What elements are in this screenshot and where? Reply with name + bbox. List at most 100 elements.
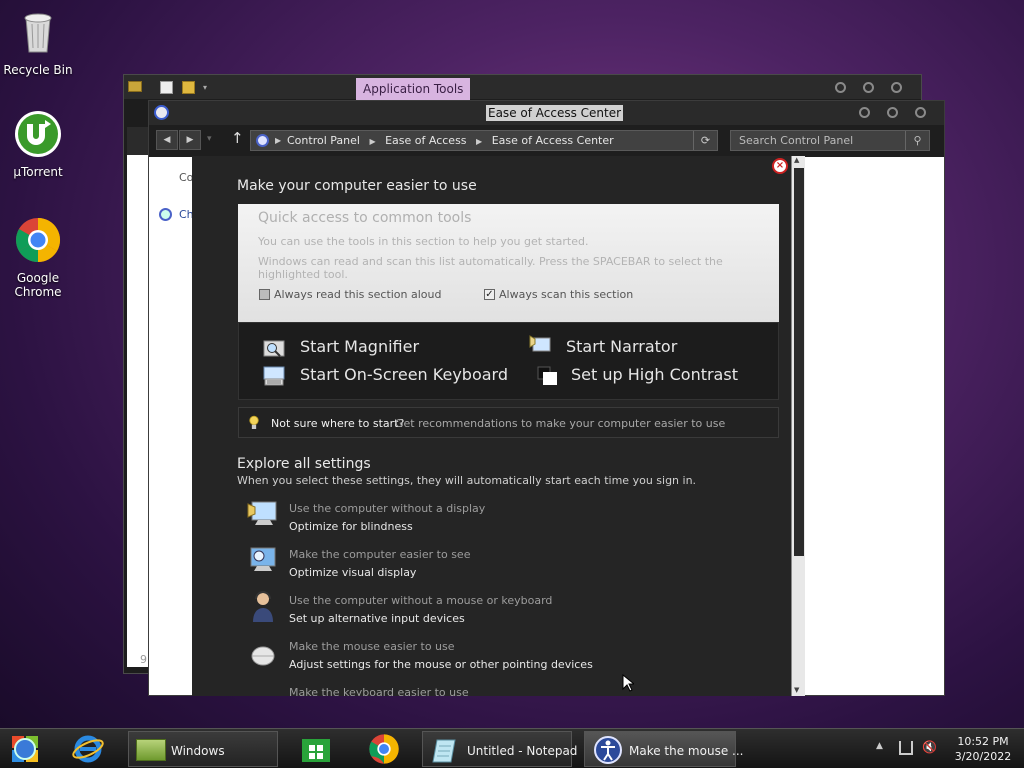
forward-button[interactable]: ▶ bbox=[179, 130, 201, 150]
hint-bold-text: Not sure where to start? bbox=[271, 417, 405, 430]
clock-date: 3/20/2022 bbox=[954, 750, 1012, 763]
back-window-nav bbox=[127, 127, 149, 155]
back-window-titlebar[interactable]: ▾ Application Tools bbox=[124, 75, 921, 100]
desktop-icon-label: Recycle Bin bbox=[3, 63, 73, 77]
minimize-button[interactable] bbox=[859, 107, 870, 118]
refresh-button[interactable]: ⟳ bbox=[693, 131, 717, 150]
setting-desc: Use the computer without a display bbox=[289, 502, 486, 515]
back-window-body bbox=[127, 127, 149, 667]
ie-taskbar-icon[interactable] bbox=[70, 732, 106, 766]
taskbar-label: Make the mouse ... bbox=[629, 744, 744, 758]
breadcrumb-ease-of-access-center[interactable]: Ease of Access Center bbox=[492, 134, 614, 147]
taskbar-label: Windows bbox=[171, 744, 225, 758]
desktop-icon-label: µTorrent bbox=[13, 165, 63, 179]
chrome-icon bbox=[369, 734, 399, 764]
desktop: { "desktop": { "icons": [ {"label": "Rec… bbox=[0, 0, 1024, 768]
search-icon[interactable]: ⚲ bbox=[905, 131, 929, 150]
properties-icon[interactable] bbox=[160, 81, 173, 94]
high-contrast-icon bbox=[537, 366, 557, 385]
clock[interactable]: 10:52 PM 3/20/2022 bbox=[952, 734, 1014, 764]
setting-desc: Use the computer without a mouse or keyb… bbox=[289, 594, 553, 607]
quick-access-title: Quick access to common tools bbox=[258, 210, 472, 226]
taskbar-item-ease-of-access[interactable]: Make the mouse ... bbox=[584, 731, 743, 767]
up-icon[interactable]: ↑ bbox=[231, 129, 244, 147]
sidebar-link-icon[interactable] bbox=[159, 208, 172, 221]
chrome-icon bbox=[16, 217, 61, 263]
quick-access-desc-1: You can use the tools in this section to… bbox=[258, 235, 589, 248]
new-folder-icon[interactable] bbox=[182, 81, 195, 94]
recent-pages-icon[interactable]: ▾ bbox=[207, 134, 212, 144]
taskbar-item-windows[interactable]: Windows bbox=[128, 731, 278, 767]
read-aloud-label[interactable]: Always read this section aloud bbox=[274, 288, 442, 301]
chevron-right-icon: ▶ bbox=[476, 137, 483, 146]
desktop-icon-recycle-bin[interactable]: Recycle Bin bbox=[2, 8, 74, 77]
utorrent-icon bbox=[15, 111, 61, 157]
notepad-icon bbox=[432, 739, 456, 763]
start-button[interactable] bbox=[8, 732, 44, 766]
scan-label[interactable]: Always scan this section bbox=[499, 288, 633, 301]
scan-checkbox[interactable]: ✓ bbox=[484, 289, 495, 300]
lightbulb-icon bbox=[249, 415, 259, 429]
recycle-bin-icon bbox=[24, 13, 52, 53]
common-tools-panel: Start Magnifier Start Narrator Start On-… bbox=[238, 322, 779, 400]
ease-of-access-dialog: × Make your computer easier to use Quick… bbox=[192, 156, 805, 696]
window-title: Ease of Access Center bbox=[486, 105, 624, 121]
high-contrast-link[interactable]: Set up High Contrast bbox=[571, 365, 738, 384]
scrollbar-thumb[interactable] bbox=[794, 168, 804, 556]
breadcrumb-ease-of-access[interactable]: Ease of Access bbox=[385, 134, 466, 147]
chevron-right-icon: ▶ bbox=[275, 136, 282, 145]
ease-of-access-icon bbox=[594, 736, 622, 764]
close-icon[interactable]: × bbox=[772, 158, 788, 174]
explore-title: Explore all settings bbox=[237, 456, 371, 472]
mouse-icon bbox=[251, 646, 275, 666]
ribbon-tab-application-tools[interactable]: Application Tools bbox=[356, 78, 471, 100]
search-input[interactable]: Search Control Panel bbox=[730, 130, 930, 151]
monitor-speaker-icon bbox=[247, 501, 277, 525]
taskbar-label: Untitled - Notepad bbox=[467, 744, 578, 758]
quick-access-panel: Quick access to common tools You can use… bbox=[238, 204, 779, 322]
desktop-icon-label: Google Chrome bbox=[14, 271, 62, 299]
desktop-icon-google-chrome[interactable]: Google Chrome bbox=[2, 216, 74, 299]
explore-subtitle: When you select these settings, they wil… bbox=[237, 474, 697, 487]
close-button[interactable] bbox=[891, 82, 902, 93]
store-taskbar-icon[interactable] bbox=[300, 735, 332, 763]
status-text: 9 bbox=[140, 653, 147, 666]
setting-desc: Make the computer easier to see bbox=[289, 548, 471, 561]
optimize-blindness-link[interactable]: Optimize for blindness bbox=[289, 520, 413, 533]
scroll-up-arrow[interactable]: ▲ bbox=[794, 156, 799, 164]
clock-time: 10:52 PM bbox=[957, 735, 1009, 748]
mouse-settings-link[interactable]: Adjust settings for the mouse or other p… bbox=[289, 658, 593, 671]
recommendations-link[interactable]: Get recommendations to make your compute… bbox=[395, 417, 725, 430]
chevron-down-icon[interactable]: ▾ bbox=[203, 83, 207, 92]
network-icon[interactable] bbox=[899, 741, 913, 755]
volume-muted-icon[interactable]: 🔇 bbox=[922, 740, 937, 754]
magnifier-icon bbox=[263, 340, 285, 357]
dialog-scrollbar[interactable]: ▲ ▼ bbox=[791, 156, 805, 696]
narrator-icon bbox=[529, 335, 551, 352]
desktop-icon-utorrent[interactable]: µTorrent bbox=[2, 110, 74, 179]
show-hidden-icons-button[interactable]: ▲ bbox=[876, 741, 883, 751]
start-on-screen-keyboard-link[interactable]: Start On-Screen Keyboard bbox=[300, 365, 508, 384]
maximize-button[interactable] bbox=[887, 107, 898, 118]
maximize-button[interactable] bbox=[863, 82, 874, 93]
breadcrumb-control-panel[interactable]: Control Panel bbox=[287, 134, 360, 147]
chrome-taskbar-icon[interactable] bbox=[368, 733, 400, 765]
back-button[interactable]: ◀ bbox=[156, 130, 178, 150]
read-aloud-checkbox[interactable] bbox=[259, 289, 270, 300]
folder-icon bbox=[136, 739, 166, 761]
scroll-down-arrow[interactable]: ▼ bbox=[794, 686, 799, 694]
mouse-cursor-icon bbox=[622, 674, 634, 692]
navigation-bar: ◀ ▶ ▾ ↑ ▶ Control Panel ▶ Ease of Access… bbox=[149, 125, 944, 157]
control-panel-icon bbox=[256, 134, 269, 147]
minimize-button[interactable] bbox=[835, 82, 846, 93]
window-titlebar[interactable]: Ease of Access Center bbox=[149, 101, 944, 125]
address-bar[interactable]: ▶ Control Panel ▶ Ease of Access ▶ Ease … bbox=[250, 130, 718, 151]
start-magnifier-link[interactable]: Start Magnifier bbox=[300, 337, 419, 356]
alternative-input-link[interactable]: Set up alternative input devices bbox=[289, 612, 465, 625]
optimize-visual-link[interactable]: Optimize visual display bbox=[289, 566, 416, 579]
person-headset-icon bbox=[253, 591, 273, 622]
store-icon bbox=[302, 739, 330, 762]
close-button[interactable] bbox=[915, 107, 926, 118]
start-narrator-link[interactable]: Start Narrator bbox=[566, 337, 677, 356]
taskbar-item-notepad[interactable]: Untitled - Notepad bbox=[422, 731, 577, 767]
